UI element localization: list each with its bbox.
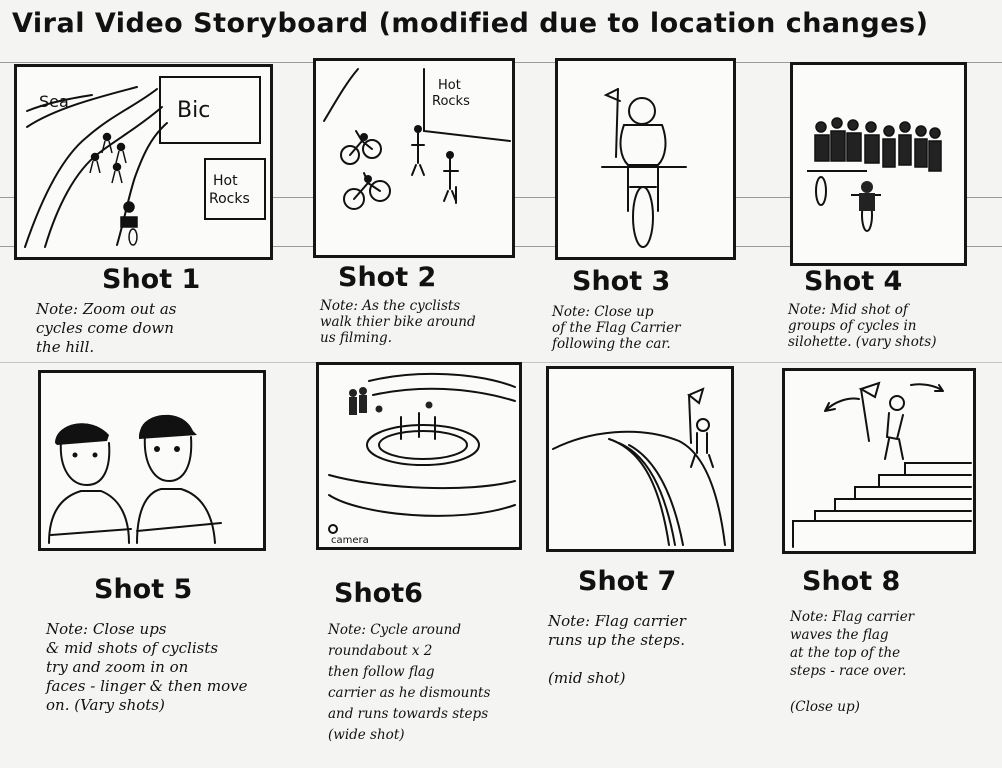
hot-rocks-line-2: Rocks — [209, 191, 250, 207]
shot-6-label: Shot6 — [334, 578, 423, 609]
shot-7-label: Shot 7 — [578, 566, 677, 597]
shot-4-label: Shot 4 — [804, 266, 903, 297]
shot-8-label: Shot 8 — [802, 566, 901, 597]
shot-7-sketch — [552, 387, 726, 546]
shot-2-note: Note: As the cyclists walk thier bike ar… — [320, 298, 476, 346]
hot-rocks-line-1: Hot — [213, 173, 238, 189]
shot-6-sketch: camera — [328, 372, 516, 546]
hot-rocks-label-2: Hot Rocks — [432, 78, 470, 109]
shot-1-label: Shot 1 — [102, 264, 201, 295]
shot-3-label: Shot 3 — [572, 266, 671, 297]
panel-shot-6: camera — [316, 362, 522, 550]
hot-rocks-2-line-2: Rocks — [432, 94, 470, 109]
shot-1-note: Note: Zoom out as cycles come down the h… — [36, 300, 177, 356]
shot-3-note: Note: Close up of the Flag Carrier follo… — [552, 304, 681, 352]
shot-2-sketch: Hot Rocks — [323, 68, 511, 210]
panel-shot-2: Hot Rocks — [313, 58, 515, 258]
bic-label: Bic — [177, 98, 210, 123]
panel-shot-1: Sea Bic Hot Rocks — [14, 64, 273, 260]
panel-shot-7 — [546, 366, 734, 552]
shot-4-sketch — [807, 117, 942, 232]
sea-label: Sea — [39, 92, 69, 111]
panel-shot-4 — [790, 62, 967, 266]
shot-1-sketch: Sea Bic Hot Rocks — [24, 76, 266, 248]
shot-7-note: Note: Flag carrier runs up the steps. (m… — [548, 612, 686, 687]
panel-shot-3 — [555, 58, 736, 260]
shot-8-note: Note: Flag carrier waves the flag at the… — [790, 609, 915, 715]
shot-5-note: Note: Close ups & mid shots of cyclists … — [46, 620, 248, 714]
hot-rocks-label: Hot Rocks — [209, 173, 250, 207]
shot-6-note: Note: Cycle around roundabout x 2 then f… — [328, 622, 491, 743]
hot-rocks-2-line-1: Hot — [438, 78, 461, 93]
shot-5-sketch — [48, 414, 222, 544]
shot-4-note: Note: Mid shot of groups of cycles in si… — [788, 302, 937, 350]
storyboard-sheet: Viral Video Storyboard (modified due to … — [0, 0, 1002, 768]
camera-label: camera — [331, 535, 369, 546]
shot-8-sketch — [792, 381, 972, 548]
panel-shot-8 — [782, 368, 976, 554]
shot-2-label: Shot 2 — [338, 262, 437, 293]
page-title: Viral Video Storyboard (modified due to … — [12, 8, 929, 39]
shot-5-label: Shot 5 — [94, 574, 193, 605]
panel-shot-5 — [38, 370, 266, 551]
shot-3-sketch — [601, 88, 687, 248]
